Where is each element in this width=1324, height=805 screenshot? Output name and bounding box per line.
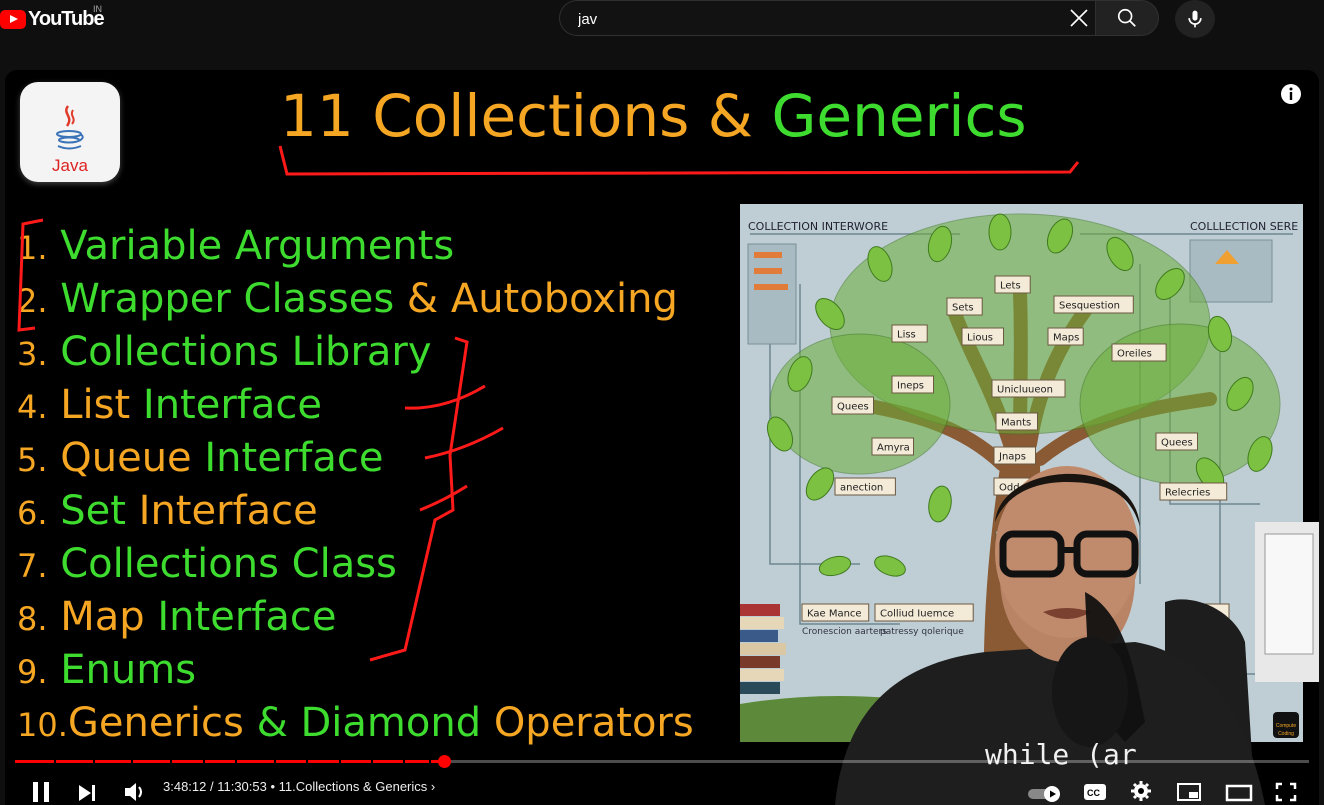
tree-node-label: Liss [897,330,916,341]
fullscreen-icon[interactable] [1275,776,1297,805]
chapter-gap [306,760,309,763]
progress-scrubber[interactable] [438,755,452,768]
microphone-icon [1188,10,1202,28]
voice-search-button[interactable] [1175,0,1215,38]
progress-bar[interactable] [15,755,1309,768]
masthead: YouTube IN [0,0,1324,70]
chapter-gap [170,760,173,763]
search-button[interactable] [1095,0,1159,36]
topic-text: & Diamond [243,700,494,746]
theater-mode-icon[interactable] [1225,777,1253,805]
tree-node-label: Maps [1053,333,1079,344]
chapter-gap [403,760,406,763]
progress-played [15,760,445,763]
title-underline-annotation [278,145,1080,176]
bracket-annotations [17,218,504,662]
topic-item: 10.Generics & Diamond Operators [17,697,694,750]
chapter-gap [53,760,56,763]
topic-number: 10. [17,706,68,744]
svg-text:CC: CC [1087,788,1100,798]
presenter-webcam: while (ar [835,466,1319,805]
chapter-separator: • [270,779,279,794]
volume-icon[interactable] [123,776,147,805]
subtitles-icon[interactable]: CC [1083,776,1107,805]
search-input[interactable] [576,1,1060,37]
info-icon[interactable] [1280,83,1302,105]
settings-gear-icon[interactable] [1130,775,1152,805]
search-icon [1117,8,1136,27]
java-logo: Java [20,82,120,182]
tree-node-label: Lious [967,333,993,344]
chapter-gap [273,760,276,763]
tree-node-label: Sesquestion [1059,301,1120,312]
search-box[interactable] [559,0,1095,37]
tree-node-label: Ineps [897,381,924,392]
youtube-logo[interactable]: YouTube IN [0,4,105,31]
clear-search-icon[interactable] [1067,6,1091,30]
tree-node-label: Quees [837,402,869,413]
chapter-title[interactable]: 11.Collections & Generics [279,779,428,794]
topic-text: Generics [67,700,244,746]
video-player[interactable]: Java 11 Collections & Generics 1. Variab… [5,70,1319,805]
miniplayer-icon[interactable] [1176,776,1202,805]
chapter-chevron-icon[interactable]: › [431,779,435,794]
java-logo-label: Java [52,156,88,175]
topic-text: Operators [493,700,694,746]
chapter-gap [338,760,341,763]
tree-node-label: Sets [952,303,974,314]
chapter-gap [234,760,237,763]
chapter-gap [429,760,432,763]
youtube-play-icon [0,9,26,29]
country-code: IN [93,4,102,14]
java-cup-icon [56,105,84,150]
autoplay-toggle[interactable] [1027,778,1063,805]
chapter-gap [131,760,134,763]
tree-header-right: COLLLECTION SERE [1190,220,1298,233]
pause-icon[interactable] [31,776,51,805]
chapter-gap [92,760,95,763]
tree-node-label: Oreiles [1117,349,1152,360]
next-icon[interactable] [77,777,97,805]
tree-node-label: Unicluueon [997,385,1053,396]
tree-header-left: COLLECTION INTERWORE [748,220,888,233]
tree-node-label: Lets [1000,281,1021,292]
chapter-gap [370,760,373,763]
shirt-text: while (ar [985,738,1137,771]
chapter-gap [202,760,205,763]
time-and-chapter: 3:48:12 / 11:30:53 • 11.Collections & Ge… [163,779,435,794]
time-display: 3:48:12 / 11:30:53 [163,779,267,794]
tree-node-label: Mants [1001,418,1031,429]
